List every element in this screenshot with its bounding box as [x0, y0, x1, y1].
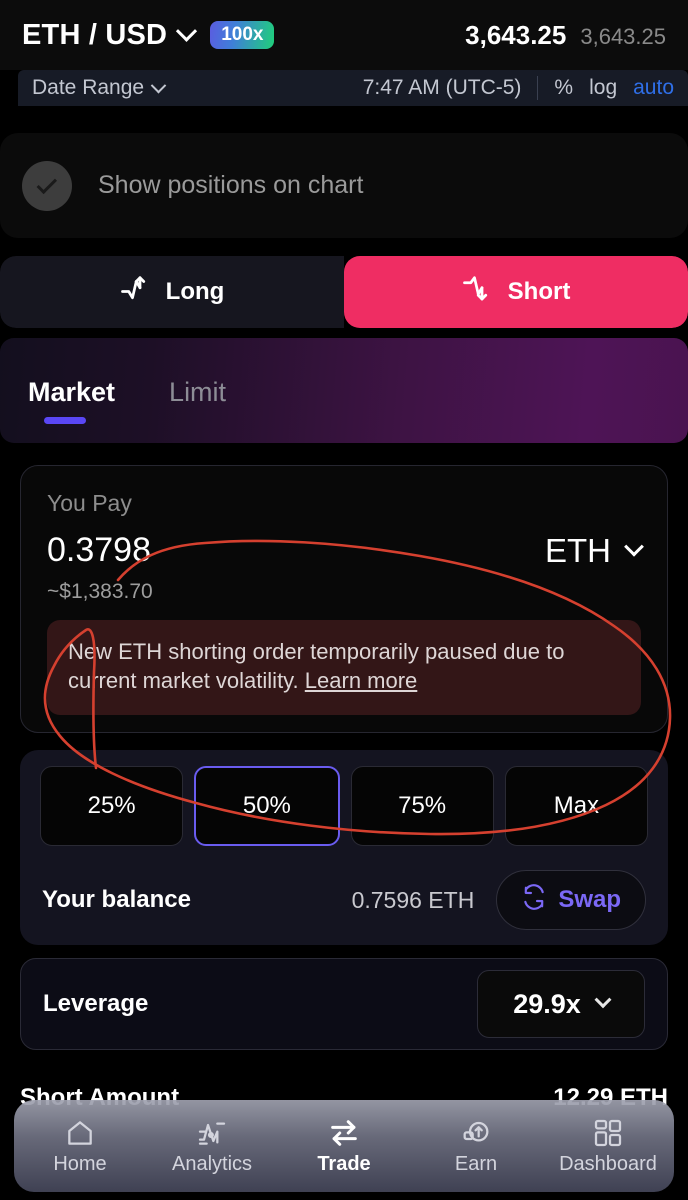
chevron-down-icon [624, 536, 644, 557]
price-secondary: 3,643.25 [580, 23, 666, 49]
balance-label: Your balance [42, 886, 191, 913]
you-pay-amount-row: 0.3798 ETH [47, 531, 644, 570]
swap-button[interactable]: Swap [496, 870, 646, 930]
tab-market[interactable]: Market [28, 373, 116, 424]
learn-more-link[interactable]: Learn more [305, 668, 418, 693]
percent-button-50[interactable]: 50% [194, 766, 340, 846]
trend-down-icon [462, 274, 492, 311]
chevron-down-icon [150, 77, 167, 93]
leverage-value: 29.9x [513, 988, 581, 1019]
you-pay-usd-value: ~$1,383.70 [47, 580, 153, 603]
nav-label-analytics: Analytics [171, 1153, 253, 1175]
analytics-chart-icon [196, 1116, 228, 1150]
nav-label-dashboard: Dashboard [559, 1153, 657, 1175]
leverage-select[interactable]: 29.9x [477, 970, 645, 1038]
balance-value: 0.7596 ETH [351, 886, 475, 913]
chevron-down-icon [176, 20, 198, 42]
percent-button-25[interactable]: 25% [40, 766, 184, 846]
nav-item-dashboard[interactable]: Dashboard [542, 1116, 674, 1176]
tab-limit[interactable]: Limit [169, 373, 226, 408]
percent-button-75[interactable]: 75% [350, 766, 494, 846]
top-bar: ETH / USD 100x 3,643.25 3,643.25 [0, 0, 688, 70]
leverage-badge: 100x [210, 21, 275, 49]
grid-dashboard-icon [592, 1116, 624, 1150]
amount-percent-card: 25% 50% 75% Max Your balance 0.7596 ETH … [20, 750, 668, 945]
swap-refresh-icon [521, 883, 547, 917]
toolbar-divider [537, 76, 539, 100]
long-button[interactable]: Long [0, 256, 344, 328]
pair-selector[interactable]: ETH / USD 100x [22, 18, 275, 52]
token-selector[interactable]: ETH [545, 531, 644, 570]
nav-item-analytics[interactable]: Analytics [146, 1116, 278, 1176]
tab-market-label: Market [28, 377, 116, 407]
leverage-card: Leverage 29.9x [20, 958, 668, 1050]
nav-label-earn: Earn [454, 1153, 498, 1175]
token-label: ETH [545, 531, 611, 569]
nav-label-trade: Trade [317, 1153, 371, 1175]
price-group: 3,643.25 3,643.25 [465, 20, 666, 51]
swap-label: Swap [558, 886, 621, 913]
chart-clock-label: 7:47 AM (UTC-5) [362, 76, 522, 99]
chart-toolbar: Date Range 7:47 AM (UTC-5) % log auto [18, 70, 688, 106]
date-range-label: Date Range [32, 76, 145, 99]
date-range-dropdown[interactable]: Date Range [32, 76, 167, 100]
order-type-tabs: Market Limit [0, 338, 688, 443]
check-icon [36, 173, 57, 194]
percent-button-max[interactable]: Max [504, 766, 648, 846]
tab-active-underline [44, 417, 86, 424]
you-pay-card: You Pay 0.3798 ETH ~$1,383.70 New ETH sh… [20, 465, 668, 733]
short-button[interactable]: Short [344, 256, 688, 328]
nav-item-home[interactable]: Home [14, 1116, 146, 1176]
trading-app-screen: ETH / USD 100x 3,643.25 3,643.25 Date Ra… [0, 0, 688, 1200]
you-pay-label: You Pay [47, 490, 132, 516]
tab-limit-label: Limit [169, 377, 227, 407]
chevron-down-icon [594, 991, 612, 1009]
show-positions-label: Show positions on chart [98, 171, 364, 199]
you-pay-amount-input[interactable]: 0.3798 [47, 531, 151, 570]
trend-up-icon [120, 274, 150, 311]
bottom-navigation: Home Analytics Trade Earn Dashboard [14, 1100, 674, 1192]
scale-percent-toggle[interactable]: % [554, 76, 573, 100]
percent-button-row: 25% 50% 75% Max [40, 766, 648, 846]
scale-log-toggle[interactable]: log [589, 76, 617, 100]
show-positions-row[interactable]: Show positions on chart [0, 133, 688, 238]
swap-arrows-icon [327, 1116, 361, 1150]
nav-item-trade[interactable]: Trade [278, 1116, 410, 1176]
short-label: Short [507, 278, 571, 305]
warning-text-wrap: New ETH shorting order temporarily pause… [68, 637, 620, 696]
long-label: Long [165, 278, 225, 305]
balance-row: Your balance 0.7596 ETH Swap [40, 870, 648, 930]
show-positions-checkbox[interactable] [22, 160, 72, 211]
pair-label: ETH / USD [22, 18, 168, 51]
chart-toolbar-right: 7:47 AM (UTC-5) % log auto [363, 76, 674, 100]
leverage-label: Leverage [43, 990, 149, 1017]
scale-auto-toggle[interactable]: auto [633, 76, 674, 100]
nav-label-home: Home [53, 1153, 107, 1175]
nav-item-earn[interactable]: Earn [410, 1116, 542, 1176]
home-icon [64, 1116, 96, 1150]
coin-up-arrow-icon [460, 1116, 492, 1150]
warning-banner: New ETH shorting order temporarily pause… [47, 620, 641, 715]
price-primary: 3,643.25 [465, 19, 567, 50]
direction-toggle: Long Short [0, 256, 688, 328]
